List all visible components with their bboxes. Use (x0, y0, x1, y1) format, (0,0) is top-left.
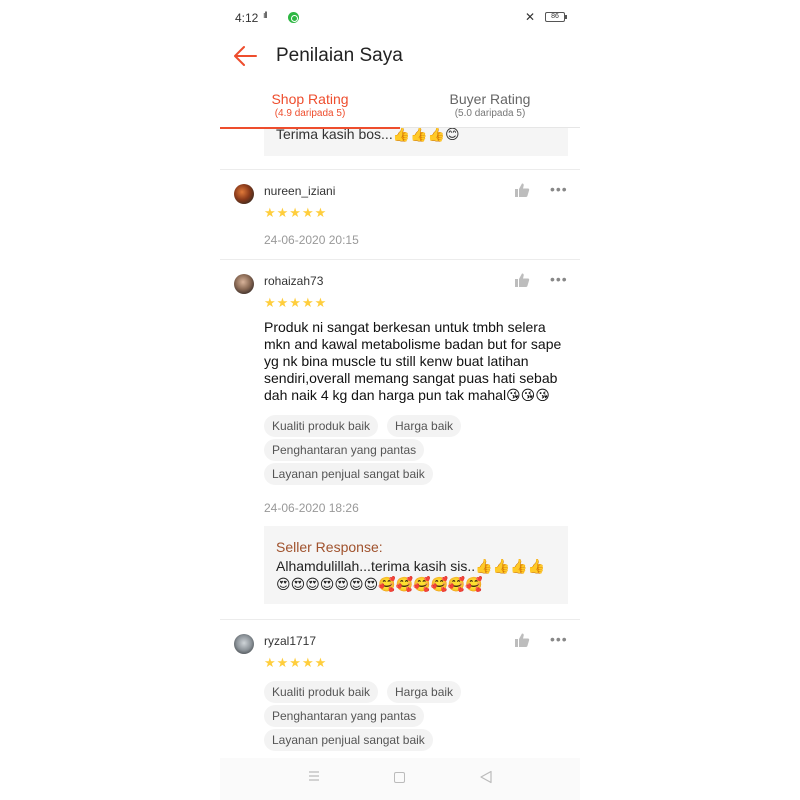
review-tag: Kualiti produk baik (264, 681, 379, 703)
active-tab-indicator (220, 127, 400, 129)
seller-response-text: Alhamdulillah...terima kasih sis..👍👍👍👍 😍… (276, 558, 545, 592)
rating-tabs: Shop Rating (4.9 daripada 5) Buyer Ratin… (220, 86, 580, 129)
seller-response-box: Seller Response: Alhamdulillah...terima … (264, 526, 568, 604)
more-dots-icon[interactable]: ••• (550, 272, 568, 286)
star-rating: ★★★★★ (264, 655, 328, 670)
tab-buyer-rating[interactable]: Buyer Rating (5.0 daripada 5) (400, 86, 580, 128)
seller-response-title: Seller Response: (276, 539, 383, 555)
review-date: 24-06-2020 18:26 (264, 501, 359, 515)
thumbs-up-icon[interactable] (514, 182, 530, 198)
review-list[interactable]: Terima kasih bos...👍👍👍😊 nureen_iziani ••… (220, 128, 580, 758)
square-icon[interactable] (394, 772, 405, 783)
triangle-back-icon[interactable] (479, 770, 493, 784)
username: ryzal1717 (264, 634, 317, 648)
vibrate-icon: ✕ (525, 10, 536, 24)
username: rohaizah73 (264, 274, 324, 288)
review-tag: Layanan penjual sangat baik (264, 729, 433, 751)
tab-shop-rating[interactable]: Shop Rating (4.9 daripada 5) (220, 86, 400, 129)
more-dots-icon[interactable]: ••• (550, 632, 568, 646)
review-date: 24-06-2020 20:15 (264, 233, 359, 247)
avatar[interactable] (234, 184, 254, 204)
avatar[interactable] (234, 274, 254, 294)
review-tag: Penghantaran yang pantas (264, 705, 425, 727)
tab-score: (5.0 daripada 5) (454, 108, 526, 119)
arrow-left-icon[interactable] (232, 44, 258, 68)
seller-response-text: Terima kasih bos...👍👍👍😊 (276, 128, 460, 142)
status-bar: 4:12 ıll ✕ 86 (220, 0, 580, 34)
review-item: nureen_iziani ••• ★★★★★ 24-06-2020 20:15 (220, 170, 580, 259)
review-tag: Penghantaran yang pantas (264, 439, 425, 461)
more-dots-icon[interactable]: ••• (550, 182, 568, 196)
status-time: 4:12 (235, 11, 259, 25)
tab-score: (4.9 daripada 5) (274, 108, 346, 119)
whatsapp-icon (288, 12, 299, 23)
signal-icon: ıll (263, 10, 267, 20)
review-tag: Layanan penjual sangat baik (264, 463, 433, 485)
system-nav-bar (220, 758, 580, 800)
thumbs-up-icon[interactable] (514, 632, 530, 648)
thumbs-up-icon[interactable] (514, 272, 530, 288)
page-title: Penilaian Saya (276, 45, 403, 66)
header: Penilaian Saya (220, 34, 580, 80)
username: nureen_iziani (264, 184, 336, 198)
tab-label: Shop Rating (271, 91, 349, 107)
review-tag: Kualiti produk baik (264, 415, 379, 437)
review-tag: Harga baik (387, 681, 462, 703)
star-rating: ★★★★★ (264, 205, 328, 220)
star-rating: ★★★★★ (264, 295, 328, 310)
review-tag: Harga baik (387, 415, 462, 437)
tab-label: Buyer Rating (449, 91, 531, 107)
review-item: ryzal1717 ••• ★★★★★ Kualiti produk baik … (220, 620, 580, 758)
menu-icon[interactable] (308, 770, 320, 782)
review-item: rohaizah73 ••• ★★★★★ Produk ni sangat be… (220, 260, 580, 620)
review-text: Produk ni sangat berkesan untuk tmbh sel… (264, 319, 562, 403)
battery-icon: 86 (545, 12, 567, 22)
seller-response-box: Terima kasih bos...👍👍👍😊 (264, 128, 568, 156)
phone-screen: 4:12 ıll ✕ 86 Penilaian Saya Shop Rating… (220, 0, 580, 800)
avatar[interactable] (234, 634, 254, 654)
